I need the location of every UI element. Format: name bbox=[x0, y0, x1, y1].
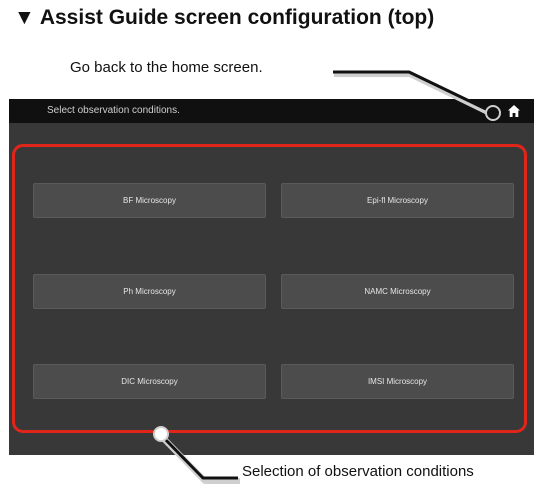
screen-header: Select observation conditions. bbox=[9, 99, 534, 123]
imsi-microscopy-button[interactable]: IMSI Microscopy bbox=[281, 364, 514, 399]
bf-microscopy-button[interactable]: BF Microscopy bbox=[33, 183, 266, 218]
home-icon bbox=[508, 105, 520, 117]
figure-heading: ▼ Assist Guide screen configuration (top… bbox=[14, 6, 435, 29]
dic-microscopy-button[interactable]: DIC Microscopy bbox=[33, 364, 266, 399]
home-annotation: Go back to the home screen. bbox=[70, 59, 263, 76]
selection-annotation: Selection of observation conditions bbox=[242, 463, 474, 480]
ph-microscopy-button[interactable]: Ph Microscopy bbox=[33, 274, 266, 309]
epi-fl-microscopy-button[interactable]: Epi-fl Microscopy bbox=[281, 183, 514, 218]
namc-microscopy-button[interactable]: NAMC Microscopy bbox=[281, 274, 514, 309]
screen-title: Select observation conditions. bbox=[47, 105, 180, 116]
home-button[interactable] bbox=[504, 102, 524, 120]
assist-guide-screen: Select observation conditions. BF Micros… bbox=[9, 99, 534, 455]
